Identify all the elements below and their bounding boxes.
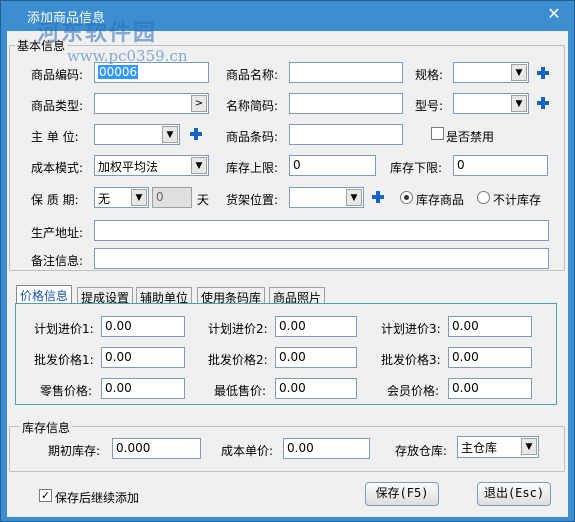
barcode-label: 商品条码: [226,130,279,144]
close-icon[interactable]: ✕ [544,4,564,24]
wholesale1-input[interactable]: 0.00 [101,347,185,368]
cost-mode-value: 加权平均法 [98,160,159,174]
stock-min-label: 库存下限: [390,161,443,175]
save-button[interactable]: 保存(F5) [365,482,439,506]
continue-add-checkbox[interactable]: ✓ [39,489,52,502]
stock-max-label: 库存上限: [226,161,279,175]
product-code-label: 商品编码: [31,68,84,82]
product-code-value: 00006 [98,65,139,79]
add-spec-icon[interactable] [536,66,550,80]
main-unit-select[interactable]: ▼ [94,124,180,145]
remark-input[interactable] [94,248,549,269]
title-bar[interactable]: 添加商品信息 ✕ [1,1,574,31]
add-model-icon[interactable] [536,96,550,110]
location-label: 货架位置: [226,193,279,207]
warehouse-label: 存放仓库: [395,444,448,458]
plan-price2-input[interactable]: 0.00 [275,316,357,337]
model-select[interactable]: ▼ [453,93,529,114]
member-price-label: 会员价格: [387,384,440,398]
product-type-label: 商品类型: [31,99,84,113]
dialog-body: 基本信息 商品编码: 00006 商品名称: 规格: ▼ 商品类型: > 名称简… [7,31,568,517]
chevron-down-icon[interactable]: ▼ [131,189,147,206]
initial-stock-input[interactable]: 0.000 [112,438,201,459]
min-price-label: 最低售价: [214,384,267,398]
shelf-days-unit: 天 [197,193,210,207]
barcode-input[interactable] [289,124,403,145]
tab-price-info[interactable]: 价格信息 [16,285,73,305]
chevron-down-icon[interactable]: ▼ [521,438,537,455]
chevron-down-icon[interactable]: ▼ [511,64,527,81]
plan-price1-label: 计划进价1: [34,322,94,336]
initial-stock-label: 期初库存: [48,444,101,458]
disabled-label: 是否禁用 [446,130,495,144]
stock-min-input[interactable]: 0 [453,155,548,176]
shelf-life-select[interactable]: 无 ▼ [94,187,149,208]
member-price-input[interactable]: 0.00 [448,378,532,399]
plan-price1-input[interactable]: 0.00 [101,316,185,337]
product-code-input[interactable]: 00006 [94,62,209,83]
spec-select[interactable]: ▼ [453,62,529,83]
model-label: 型号: [415,99,444,113]
cost-price-input[interactable]: 0.00 [283,438,370,459]
window-title: 添加商品信息 [27,11,106,26]
stock-product-radio[interactable] [400,191,413,204]
min-price-input[interactable]: 0.00 [275,378,357,399]
shelf-life-value: 无 [98,192,111,206]
shelf-life-label: 保 质 期: [31,193,79,207]
abbr-code-label: 名称简码: [226,99,279,113]
remark-label: 备注信息: [31,254,84,268]
non-stock-radio[interactable] [477,191,490,204]
wholesale3-label: 批发价格3: [381,353,441,367]
non-stock-label: 不计库存 [493,193,542,207]
wholesale2-label: 批发价格2: [208,353,268,367]
disabled-checkbox[interactable] [431,127,444,140]
chevron-down-icon[interactable]: ▼ [191,157,207,174]
basic-info-legend: 基本信息 [15,37,68,54]
shelf-days-input[interactable]: 0 [152,187,192,208]
retail-price-input[interactable]: 0.00 [101,378,185,399]
wholesale2-input[interactable]: 0.00 [275,347,357,368]
stock-info-legend: 库存信息 [20,419,73,436]
cost-mode-select[interactable]: 加权平均法 ▼ [94,155,209,176]
location-select[interactable]: ▼ [289,187,364,208]
continue-add-label: 保存后继续添加 [55,491,140,505]
add-unit-icon[interactable] [189,127,203,141]
dialog-window: 添加商品信息 ✕ 基本信息 商品编码: 00006 商品名称: 规格: ▼ 商品… [0,0,575,522]
warehouse-select[interactable]: 主仓库 ▼ [457,436,539,458]
stock-product-label: 库存商品 [416,193,465,207]
address-input[interactable] [94,220,549,241]
wholesale3-input[interactable]: 0.00 [448,347,532,368]
product-name-input[interactable] [289,62,403,83]
product-name-label: 商品名称: [226,68,279,82]
abbr-code-input[interactable] [289,93,403,114]
main-unit-label: 主 单 位: [31,130,79,144]
plan-price3-label: 计划进价3: [381,322,441,336]
stock-max-input[interactable]: 0 [289,155,376,176]
address-label: 生产地址: [31,226,84,240]
chevron-down-icon[interactable]: ▼ [511,95,527,112]
chevron-right-icon[interactable]: > [191,95,207,112]
plan-price3-input[interactable]: 0.00 [448,316,532,337]
product-type-picker[interactable]: > [94,93,209,114]
cost-mode-label: 成本模式: [31,161,84,175]
exit-button[interactable]: 退出(Esc) [477,482,551,506]
add-location-icon[interactable] [371,190,385,204]
cost-price-label: 成本单价: [221,444,274,458]
chevron-down-icon[interactable]: ▼ [162,126,178,143]
retail-price-label: 零售价格: [40,384,93,398]
spec-label: 规格: [415,68,444,82]
wholesale1-label: 批发价格1: [34,353,94,367]
chevron-down-icon[interactable]: ▼ [346,189,362,206]
plan-price2-label: 计划进价2: [208,322,268,336]
warehouse-value: 主仓库 [461,441,498,455]
